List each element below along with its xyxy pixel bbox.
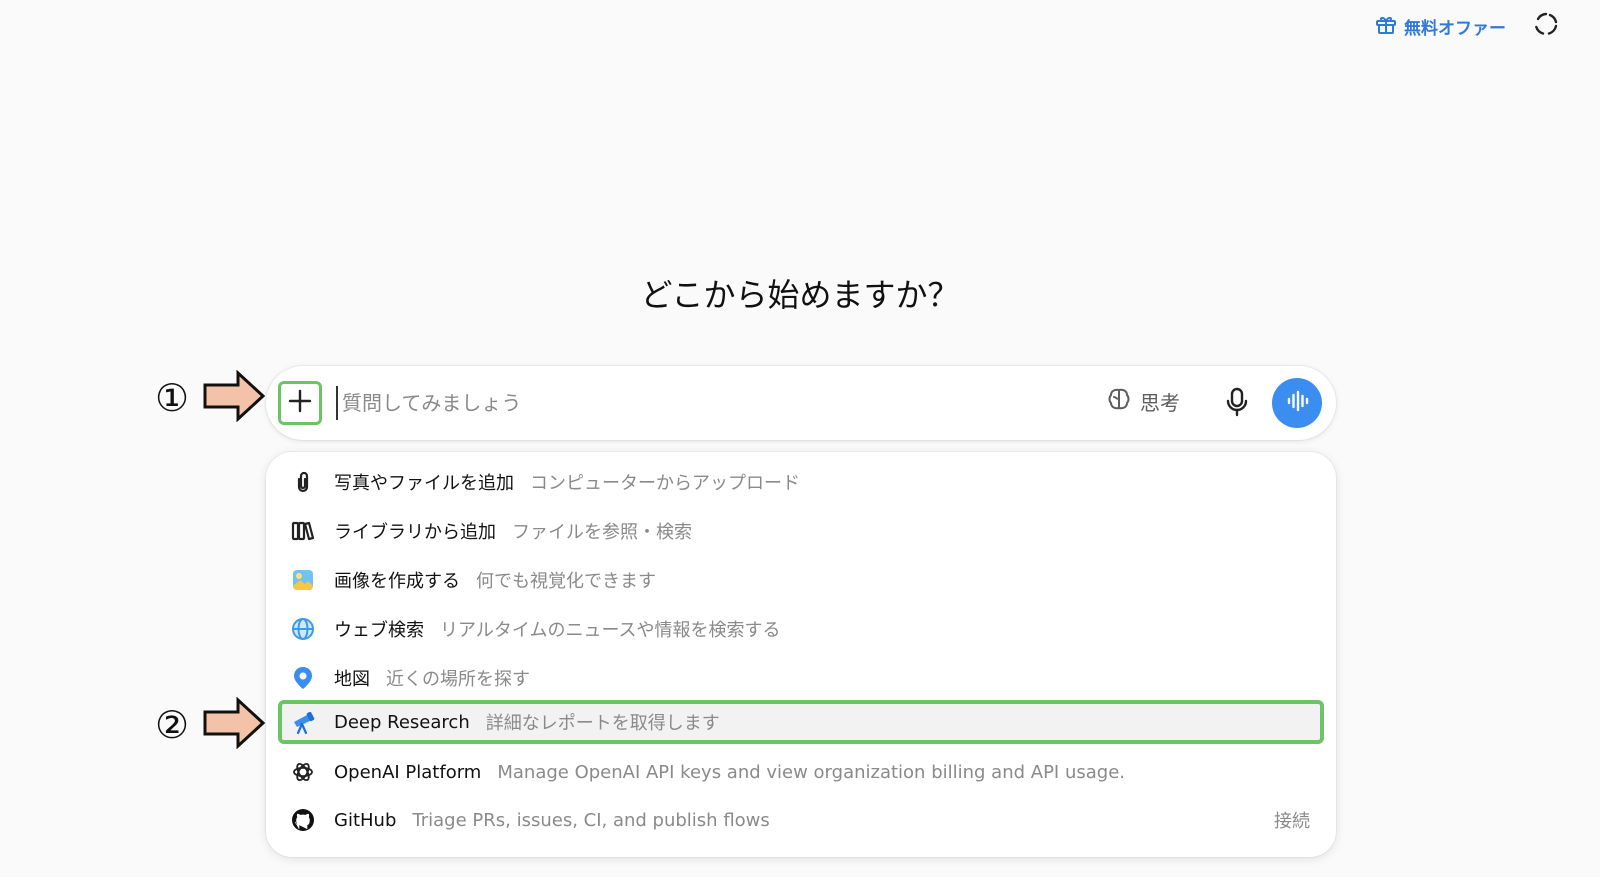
temporary-chat-button[interactable] (1532, 10, 1560, 42)
think-button[interactable]: 思考 (1106, 386, 1180, 417)
menu-item-label: GitHub (334, 809, 397, 831)
annotation-marker-1: ① (146, 369, 266, 426)
gift-icon (1374, 12, 1398, 41)
dashed-circle-icon (1532, 12, 1560, 42)
menu-item-label: ライブラリから追加 (334, 522, 496, 543)
map-pin-icon (290, 665, 316, 691)
menu-item-description: Triage PRs, issues, CI, and publish flow… (412, 809, 770, 831)
menu-item-label: 地図 (334, 669, 370, 690)
think-label: 思考 (1140, 391, 1180, 415)
menu-item-label: Deep Research (334, 711, 470, 733)
top-bar: 無料オファー (1374, 10, 1560, 42)
menu-item-openai-platform[interactable]: OpenAI Platform Manage OpenAI API keys a… (278, 750, 1324, 794)
marker-number: ① (154, 376, 190, 420)
menu-item-description: 詳細なレポートを取得します (485, 713, 720, 734)
menu-item-create-image[interactable]: 画像を作成する 何でも視覚化できます (278, 558, 1324, 602)
prompt-composer: 思考 (266, 366, 1336, 440)
menu-item-label: 画像を作成する (334, 571, 460, 592)
waveform-icon (1283, 387, 1311, 419)
github-icon (290, 807, 316, 833)
add-menu: 写真やファイルを追加 コンピューターからアップロード ライブラリから追加 ファイ… (266, 452, 1336, 857)
menu-item-description: ファイルを参照・検索 (512, 522, 692, 543)
microphone-button[interactable] (1222, 386, 1252, 422)
menu-item-description: コンピューターからアップロード (530, 473, 800, 494)
right-arrow-icon (198, 369, 266, 426)
image-icon (290, 567, 316, 593)
prompt-input[interactable] (336, 386, 1036, 420)
openai-icon (290, 759, 316, 785)
menu-item-label: 写真やファイルを追加 (334, 473, 514, 494)
telescope-icon (290, 709, 316, 735)
free-offer-button[interactable]: 無料オファー (1374, 12, 1506, 41)
add-button[interactable] (278, 381, 322, 425)
right-arrow-icon (198, 696, 266, 753)
menu-item-add-files[interactable]: 写真やファイルを追加 コンピューターからアップロード (278, 460, 1324, 504)
voice-mode-button[interactable] (1272, 378, 1322, 428)
marker-number: ② (154, 703, 190, 747)
paperclip-icon (290, 469, 316, 495)
microphone-icon (1222, 387, 1252, 422)
menu-item-label: OpenAI Platform (334, 761, 482, 783)
menu-item-description: Manage OpenAI API keys and view organiza… (497, 761, 1125, 783)
free-offer-label: 無料オファー (1404, 18, 1506, 39)
connect-button[interactable]: 接続 (1274, 807, 1310, 833)
menu-item-deep-research[interactable]: Deep Research 詳細なレポートを取得します (278, 700, 1324, 744)
annotation-marker-2: ② (146, 696, 266, 753)
plus-icon (286, 387, 314, 419)
globe-icon (290, 616, 316, 642)
menu-item-github[interactable]: GitHub Triage PRs, issues, CI, and publi… (278, 798, 1324, 842)
menu-item-description: 近くの場所を探す (386, 669, 530, 690)
menu-item-description: リアルタイムのニュースや情報を検索する (440, 620, 781, 641)
brain-icon (1106, 386, 1132, 417)
page-title: どこから始めますか？ (640, 276, 960, 314)
menu-item-map[interactable]: 地図 近くの場所を探す (278, 656, 1324, 700)
menu-item-label: ウェブ検索 (334, 620, 424, 641)
menu-item-description: 何でも視覚化できます (476, 571, 656, 592)
menu-item-library[interactable]: ライブラリから追加 ファイルを参照・検索 (278, 509, 1324, 553)
menu-item-web-search[interactable]: ウェブ検索 リアルタイムのニュースや情報を検索する (278, 607, 1324, 651)
library-icon (290, 518, 316, 544)
